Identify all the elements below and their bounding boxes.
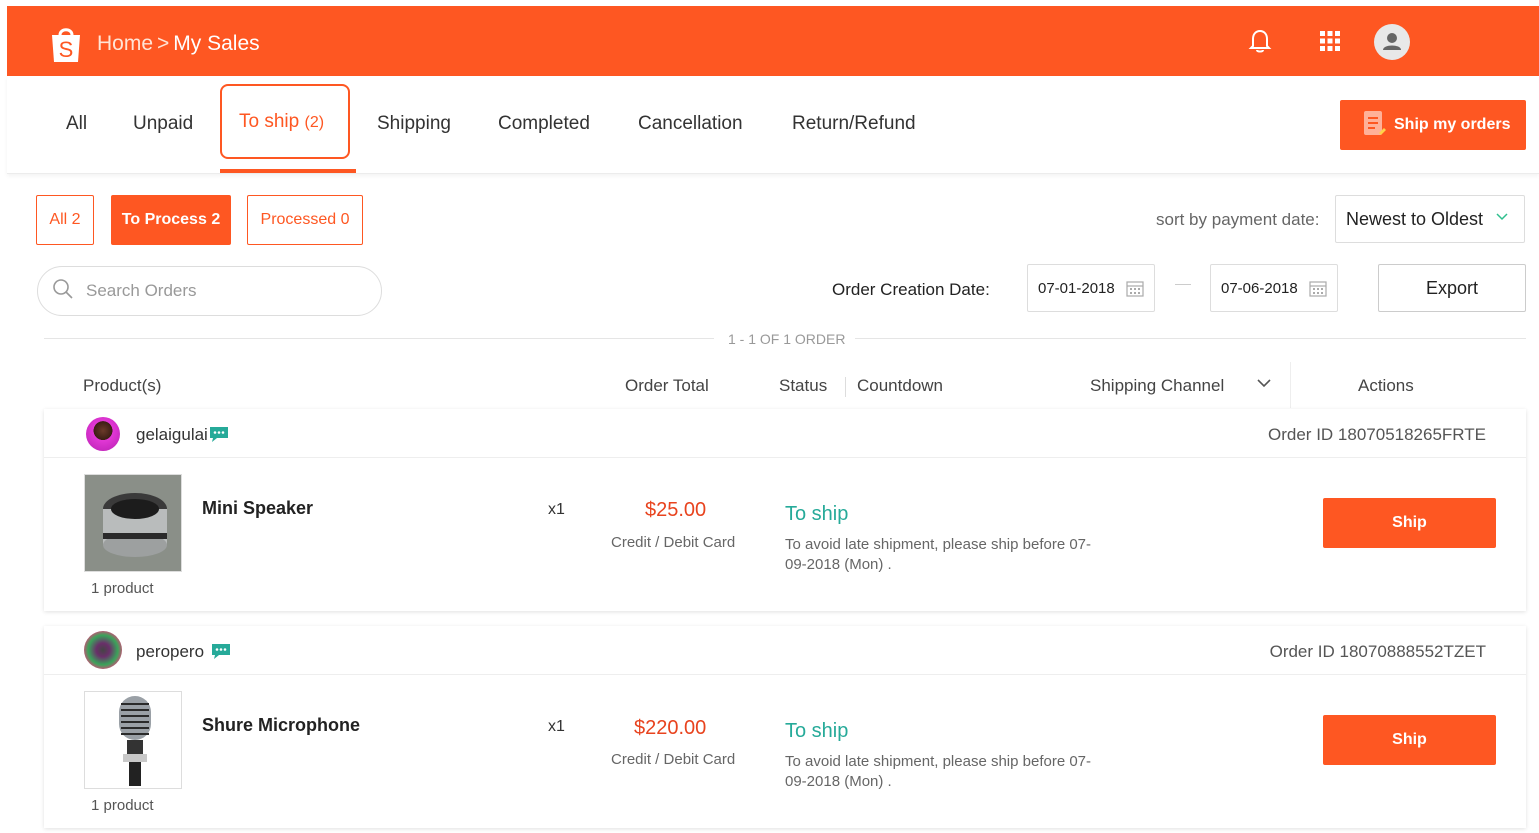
filter-processed-label: Processed bbox=[260, 211, 337, 228]
buyer-name[interactable]: gelaigulai bbox=[136, 425, 208, 445]
product-count: 1 product bbox=[91, 580, 154, 597]
header-actions: Actions bbox=[1358, 376, 1414, 395]
bell-icon[interactable] bbox=[1243, 24, 1277, 58]
order-id: Order ID 18070888552TZET bbox=[1269, 642, 1486, 661]
search-orders-input[interactable] bbox=[86, 281, 346, 301]
product-thumbnail[interactable] bbox=[84, 691, 182, 789]
product-name[interactable]: Mini Speaker bbox=[202, 498, 313, 519]
quantity: x1 bbox=[548, 718, 565, 735]
search-box bbox=[37, 266, 382, 316]
filter-all-button[interactable]: All 2 bbox=[36, 195, 94, 245]
header-status: Status bbox=[779, 376, 828, 395]
header-separator-actions bbox=[1290, 362, 1291, 408]
order-total: $220.00 bbox=[634, 717, 707, 739]
tab-to-ship-label: To ship bbox=[239, 111, 300, 132]
chat-icon[interactable] bbox=[208, 425, 230, 448]
search-icon bbox=[52, 278, 74, 305]
tab-return-refund[interactable]: Return/Refund bbox=[792, 113, 916, 135]
order-card: gelaigulai Order ID 18070518265FRTE 1 pr… bbox=[44, 409, 1526, 611]
header-shipping-channel[interactable]: Shipping Channel bbox=[1090, 376, 1224, 396]
filter-to-process-count: 2 bbox=[211, 211, 221, 228]
ship-button[interactable]: Ship bbox=[1323, 715, 1496, 765]
order-card-header: peropero Order ID 18070888552TZET bbox=[44, 626, 1526, 675]
sort-label: sort by payment date: bbox=[1156, 210, 1320, 229]
date-from-field[interactable]: 07-01-2018 bbox=[1027, 264, 1155, 312]
status-tabs: All Unpaid To ship (2) Shipping Complete… bbox=[7, 76, 1539, 174]
header-order-total: Order Total bbox=[625, 376, 709, 395]
tab-completed[interactable]: Completed bbox=[498, 113, 590, 135]
filter-all-count: 2 bbox=[71, 211, 81, 228]
filter-to-process-button[interactable]: To Process 2 bbox=[111, 195, 231, 245]
order-total: $25.00 bbox=[645, 499, 707, 521]
header-products: Product(s) bbox=[83, 376, 162, 395]
ship-button[interactable]: Ship bbox=[1323, 498, 1496, 548]
filter-processed-button[interactable]: Processed 0 bbox=[247, 195, 363, 245]
sort-value: Newest to Oldest bbox=[1346, 208, 1484, 229]
product-thumbnail[interactable] bbox=[84, 474, 182, 572]
quantity: x1 bbox=[548, 501, 565, 518]
date-to-value: 07-06-2018 bbox=[1221, 279, 1298, 297]
breadcrumb-current: My Sales bbox=[173, 32, 260, 55]
header-separator bbox=[845, 377, 846, 397]
clipboard-icon bbox=[1362, 109, 1386, 142]
chevron-down-icon bbox=[1496, 210, 1508, 224]
order-status: To ship bbox=[785, 503, 849, 525]
order-status: To ship bbox=[785, 720, 849, 742]
shipping-deadline-note: To avoid late shipment, please ship befo… bbox=[785, 753, 1092, 790]
apps-grid-icon[interactable] bbox=[1313, 24, 1347, 58]
breadcrumb: Home > My Sales bbox=[97, 32, 260, 56]
svg-text:S: S bbox=[59, 37, 74, 62]
calendar-icon bbox=[1309, 279, 1327, 301]
user-avatar-icon[interactable] bbox=[1374, 24, 1410, 60]
calendar-icon bbox=[1126, 279, 1144, 301]
filter-processed-count: 0 bbox=[340, 211, 350, 228]
order-id: Order ID 18070518265FRTE bbox=[1268, 425, 1486, 444]
active-tab-underline bbox=[220, 169, 356, 173]
filter-all-label: All bbox=[49, 211, 68, 228]
top-header: S Home > My Sales bbox=[7, 6, 1539, 76]
breadcrumb-home-link[interactable]: Home bbox=[97, 32, 153, 55]
date-to-field[interactable]: 07-06-2018 bbox=[1210, 264, 1338, 312]
ship-my-orders-label: Ship my orders bbox=[1394, 116, 1511, 133]
chat-icon[interactable] bbox=[210, 642, 232, 665]
product-name[interactable]: Shure Microphone bbox=[202, 715, 360, 736]
payment-method: Credit / Debit Card bbox=[611, 534, 736, 551]
divider-right bbox=[855, 338, 1526, 339]
order-count-text: 1 - 1 OF 1 ORDER bbox=[728, 331, 846, 347]
tab-to-ship-count: (2) bbox=[304, 114, 325, 131]
breadcrumb-separator: > bbox=[157, 32, 170, 55]
order-card-header: gelaigulai Order ID 18070518265FRTE bbox=[44, 409, 1526, 458]
buyer-avatar[interactable] bbox=[84, 631, 122, 669]
tab-shipping[interactable]: Shipping bbox=[377, 113, 451, 135]
tab-to-ship[interactable]: To ship (2) bbox=[239, 111, 324, 133]
shipping-channel-chevron-icon[interactable] bbox=[1256, 374, 1272, 394]
export-button[interactable]: Export bbox=[1378, 264, 1526, 312]
buyer-name[interactable]: peropero bbox=[136, 642, 204, 662]
divider-left bbox=[44, 338, 714, 339]
shopee-bag-icon[interactable]: S bbox=[49, 24, 83, 64]
shipping-deadline-note: To avoid late shipment, please ship befo… bbox=[785, 536, 1092, 573]
tab-all[interactable]: All bbox=[66, 113, 87, 135]
date-range-dash bbox=[1175, 284, 1191, 285]
order-card: peropero Order ID 18070888552TZET 1 prod… bbox=[44, 626, 1526, 828]
date-from-value: 07-01-2018 bbox=[1038, 279, 1115, 297]
payment-method: Credit / Debit Card bbox=[611, 751, 736, 768]
ship-my-orders-button[interactable]: Ship my orders bbox=[1340, 100, 1526, 150]
tab-unpaid[interactable]: Unpaid bbox=[133, 113, 193, 135]
order-creation-date-label: Order Creation Date: bbox=[832, 280, 990, 299]
product-count: 1 product bbox=[91, 797, 154, 814]
sort-select[interactable]: Newest to Oldest bbox=[1335, 195, 1525, 243]
header-countdown: Countdown bbox=[857, 376, 944, 395]
filter-to-process-label: To Process bbox=[121, 211, 207, 228]
tab-cancellation[interactable]: Cancellation bbox=[638, 113, 743, 135]
buyer-avatar[interactable] bbox=[86, 417, 120, 451]
